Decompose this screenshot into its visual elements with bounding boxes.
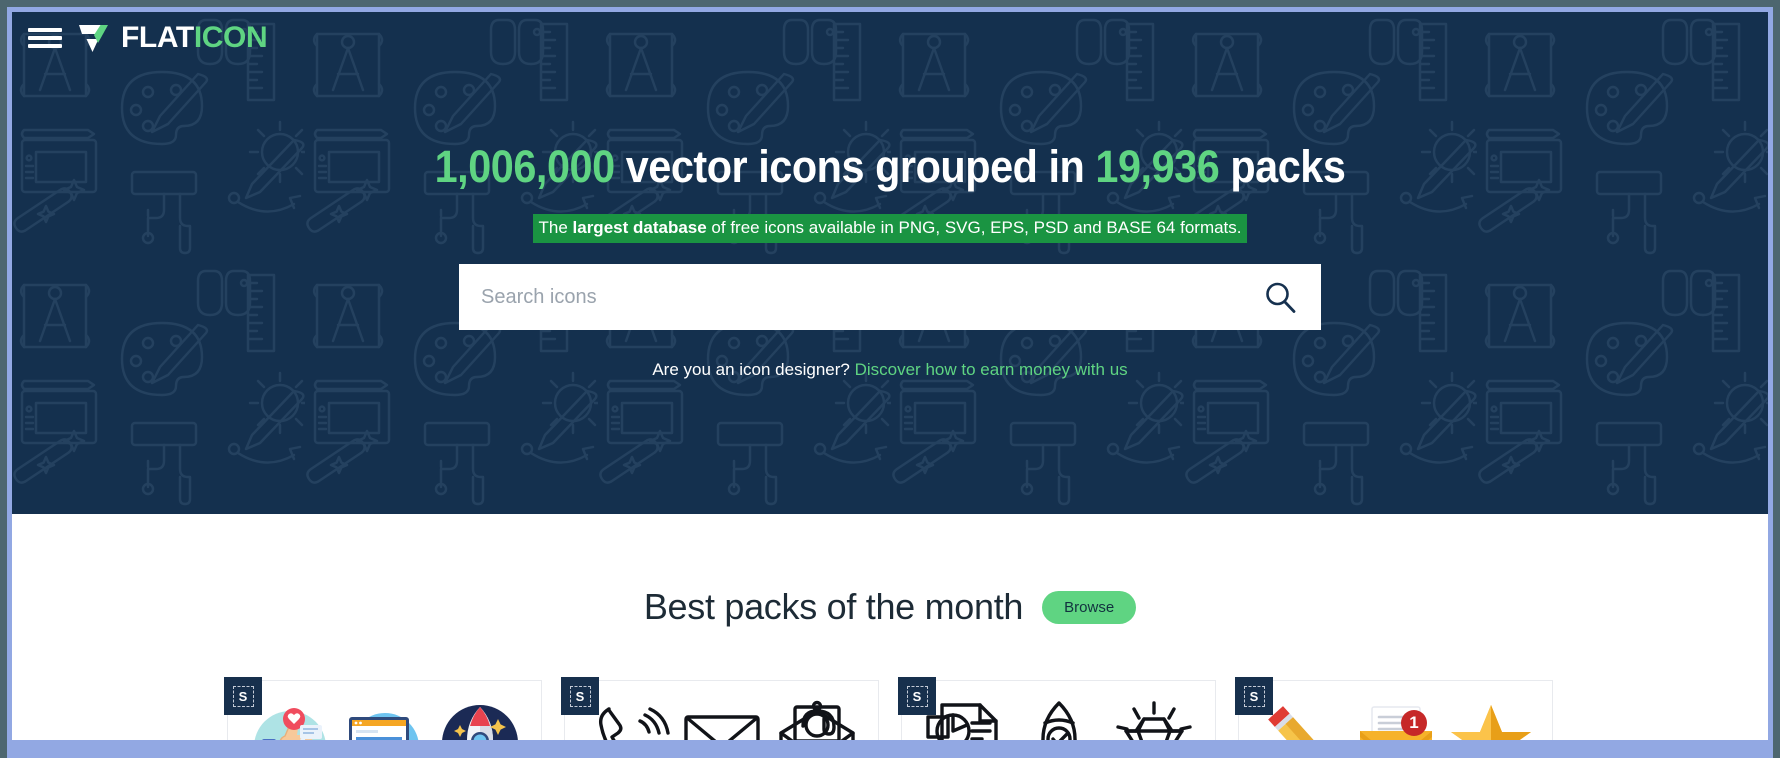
- flaticon-logo[interactable]: FLATICON: [78, 21, 268, 54]
- flaticon-wordmark: FLATICON: [121, 21, 268, 54]
- designer-question: Are you an icon designer?: [652, 360, 850, 380]
- pack-badge: S: [1235, 677, 1273, 715]
- flaticon-logo-mark: [79, 25, 108, 52]
- search-button[interactable]: [1261, 280, 1299, 314]
- search-icon: [1266, 283, 1296, 314]
- rocket-outline-icon: [1040, 701, 1077, 740]
- mail-badge-count: 1: [1409, 713, 1418, 732]
- packs-heading-row: Best packs of the month Browse: [12, 586, 1768, 628]
- pack-badge: S: [224, 677, 262, 715]
- diamond-icon: [1115, 701, 1192, 740]
- star-icon: [1450, 705, 1531, 740]
- pack-badge: S: [561, 677, 599, 715]
- pack-badge-letter: S: [906, 685, 928, 707]
- web-design-monitor-icon: [348, 713, 418, 740]
- designer-cta: Are you an icon designer? Discover how t…: [652, 360, 1127, 380]
- headline-tail-text: packs: [1219, 141, 1346, 192]
- section-title: Best packs of the month: [643, 586, 1024, 627]
- mail-notification-icon: 1: [1359, 706, 1432, 740]
- subtitle-rest: of free icons available in PNG, SVG, EPS…: [706, 217, 1242, 237]
- browser-viewport-frame: FLATICON 1,006,000 vector icons grouped …: [7, 7, 1773, 758]
- pack-card-office-essentials[interactable]: S 1: [1235, 677, 1553, 740]
- designer-link[interactable]: Discover how to earn money with us: [855, 360, 1128, 379]
- icon-count: 1,006,000: [434, 141, 616, 192]
- envelope-icon: [683, 715, 760, 740]
- open-envelope-at-icon: [778, 700, 855, 740]
- hero-subtitle: The largest database of free icons avail…: [533, 213, 1247, 244]
- subtitle-wrapper: The largest database of free icons avail…: [533, 213, 1247, 244]
- pack-badge-letter: S: [232, 685, 254, 707]
- page-title: 1,006,000 vector icons grouped in 19,936…: [435, 142, 1346, 192]
- pack-badge-letter: S: [1243, 685, 1265, 707]
- pack-card-contact-communication[interactable]: S: [561, 677, 879, 740]
- pack-badge-letter: S: [569, 685, 591, 707]
- rocket-launch-icon: [441, 705, 518, 740]
- pack-badge: S: [898, 677, 936, 715]
- pack-count: 19,936: [1095, 141, 1220, 192]
- search-bar[interactable]: [459, 264, 1321, 331]
- pack-card-marketing-seo[interactable]: S: [224, 677, 542, 740]
- browse-button[interactable]: Browse: [1042, 590, 1137, 624]
- hamburger-menu-icon[interactable]: [28, 25, 62, 51]
- brand-flat-text: FLAT: [121, 21, 194, 54]
- page-scroll-area[interactable]: FLATICON 1,006,000 vector icons grouped …: [12, 12, 1768, 740]
- header-bar: FLATICON: [12, 12, 268, 64]
- subtitle-lead: The: [538, 217, 573, 237]
- search-input[interactable]: [481, 285, 1261, 309]
- pack-card-business-analytics[interactable]: S: [898, 677, 1216, 740]
- best-packs-section: Best packs of the month Browse S S S S 1: [12, 514, 1768, 740]
- brand-icon-text: ICON: [193, 21, 268, 54]
- headline-mid-text: vector icons grouped in: [614, 141, 1096, 192]
- packs-grid: S S S S 1: [12, 677, 1768, 740]
- hero-section: FLATICON 1,006,000 vector icons grouped …: [12, 12, 1768, 514]
- subtitle-bold: largest database: [572, 217, 707, 237]
